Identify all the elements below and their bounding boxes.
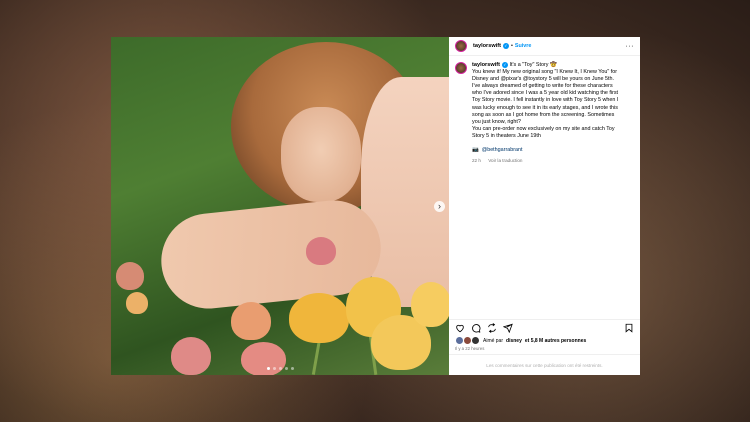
- more-options-icon[interactable]: ···: [626, 43, 635, 50]
- caption-line: I've always dreamed of getting to write …: [472, 83, 613, 90]
- translate-link[interactable]: Voir la traduction: [488, 158, 522, 163]
- caption-username[interactable]: taylorswift: [472, 62, 500, 68]
- share-icon[interactable]: [503, 323, 513, 333]
- follow-button[interactable]: Suivre: [515, 43, 531, 49]
- photo-credit: 📷 @bethgarrabrant: [472, 147, 618, 154]
- carousel-dot: [272, 367, 276, 370]
- liked-by-count[interactable]: et 5,8 M autres personnes: [525, 338, 586, 344]
- comments-restricted-notice: Les commentaires sur cette publication o…: [449, 354, 640, 375]
- caption-avatar[interactable]: [455, 62, 467, 74]
- post-modal: › taylorswift ✓ • Suivre ··· taylorswift…: [111, 37, 640, 375]
- tulip: [306, 237, 336, 265]
- action-bar: [449, 319, 640, 336]
- carousel-dot: [290, 367, 294, 370]
- avatar[interactable]: [455, 40, 467, 52]
- caption-line: was lucky enough to see it in its early …: [472, 104, 618, 111]
- caption-line: It's a "Toy" Story 🤠: [509, 62, 557, 68]
- verified-badge-icon: ✓: [502, 43, 509, 49]
- tulip: [289, 293, 349, 343]
- repost-icon[interactable]: [487, 323, 497, 333]
- liked-by-prefix: Aimé par: [483, 337, 504, 344]
- carousel-dot: [278, 367, 282, 370]
- tulip: [411, 282, 449, 327]
- caption-line: song as soon as I got home from the scre…: [472, 111, 615, 118]
- photo-face: [281, 107, 361, 202]
- post-timestamp: Il y a 22 heures: [455, 346, 485, 351]
- caption-meta: 22 h Voir la traduction: [472, 157, 618, 164]
- caption-text: taylorswift ✓ It's a "Toy" Story 🤠 You kn…: [472, 62, 618, 319]
- heart-icon[interactable]: [455, 323, 465, 333]
- photo-shoulder: [361, 77, 449, 307]
- photo-credit-link[interactable]: @bethgarrabrant: [482, 147, 523, 154]
- separator-dot: •: [510, 43, 513, 49]
- bookmark-icon[interactable]: [624, 323, 634, 333]
- caption-line: Story 5 in theaters June 19th: [472, 132, 541, 139]
- caption-line: you just know, right?: [472, 118, 521, 125]
- carousel-dots: [111, 367, 449, 370]
- caption-line: You knew it! My new original song "I Kne…: [472, 69, 618, 76]
- caption-line: Toy Story movie. I fell instantly in lov…: [472, 97, 619, 104]
- post-header: taylorswift ✓ • Suivre ···: [449, 37, 640, 56]
- tulip: [231, 302, 271, 340]
- camera-icon: 📷: [472, 147, 479, 154]
- tulip: [116, 262, 144, 290]
- post-side-panel: taylorswift ✓ • Suivre ··· taylorswift ✓ …: [449, 37, 640, 375]
- caption-time: 22 h: [472, 158, 481, 164]
- likes-row: Aimé par disney et 5,8 M autres personne…: [449, 336, 640, 345]
- comment-icon[interactable]: [471, 323, 481, 333]
- caption-line: Disney and @pixar's @toystory 5 will be …: [472, 76, 615, 83]
- tulip: [241, 342, 286, 375]
- liked-by-user[interactable]: disney: [506, 338, 522, 344]
- verified-badge-icon: ✓: [501, 62, 508, 68]
- carousel-dot: [266, 367, 270, 370]
- tulip: [126, 292, 148, 314]
- carousel-dot: [284, 367, 288, 370]
- username-link[interactable]: taylorswift: [473, 43, 501, 49]
- caption-line: You can pre-order now exclusively on my …: [472, 125, 615, 132]
- next-slide-button[interactable]: ›: [434, 201, 445, 212]
- liker-avatar: [471, 336, 480, 345]
- caption-line: who I've adored since I was a 5 year old…: [472, 90, 619, 97]
- caption-block: taylorswift ✓ It's a "Toy" Story 🤠 You kn…: [449, 56, 640, 319]
- post-photo[interactable]: ›: [111, 37, 449, 375]
